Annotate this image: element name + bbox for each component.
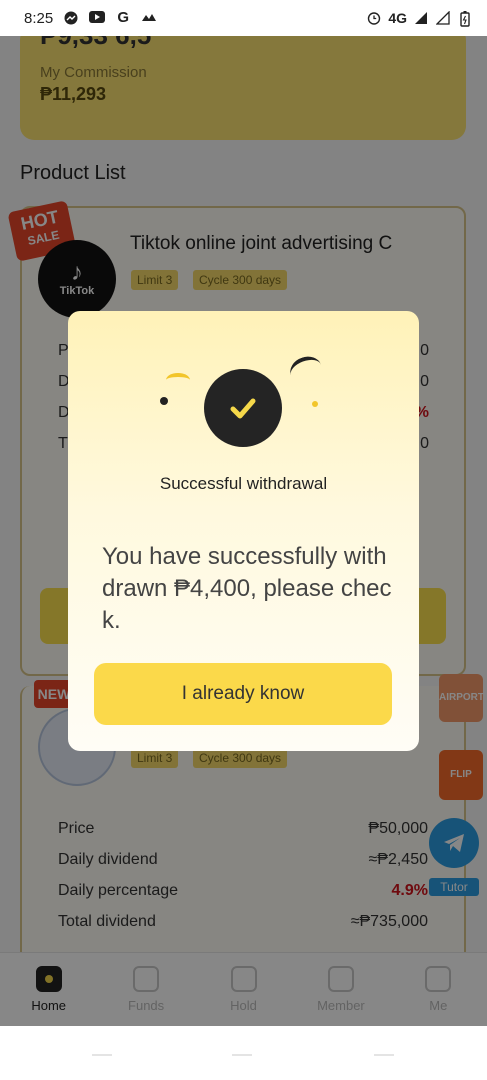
decor-arc [166,373,190,387]
decor-dot [312,401,318,407]
dialog-message: You have successfully withdrawn ₱4,400, … [102,543,392,634]
messenger-icon [63,11,79,25]
decor-dot [160,397,168,405]
signal-icon-2 [435,10,451,25]
clock: 8:25 [24,9,54,27]
check-icon [204,369,282,447]
youtube-icon [89,11,106,25]
nav-home[interactable] [232,1054,252,1056]
system-nav-bar [0,1026,487,1080]
network-label: 4G [388,10,407,26]
decor-arc [286,352,326,388]
battery-icon [457,11,473,27]
already-know-button[interactable]: I already know [94,663,392,725]
signal-icon [413,11,429,25]
dialog-title: Successful withdrawal [159,474,328,493]
status-bar: 8:25 G 4G [0,0,487,36]
nav-recents[interactable] [92,1054,112,1056]
google-icon: G [117,9,130,26]
withdrawal-success-dialog: Successful withdrawal You have successfu… [68,311,419,751]
nav-back[interactable] [374,1054,394,1056]
wave-icon [141,11,157,25]
alarm-icon [366,11,382,25]
